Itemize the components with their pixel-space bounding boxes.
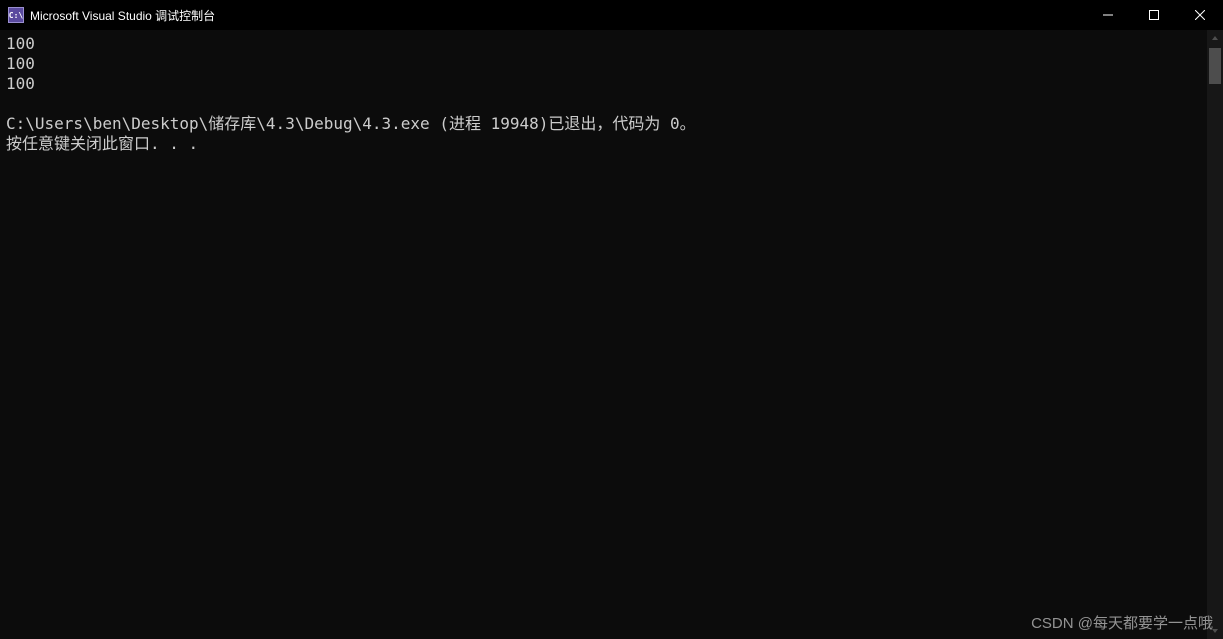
console-line: 按任意键关闭此窗口. . . xyxy=(6,134,1201,154)
console-line: 100 xyxy=(6,34,1201,54)
console-output[interactable]: 100100100C:\Users\ben\Desktop\储存库\4.3\De… xyxy=(0,30,1207,639)
maximize-button[interactable] xyxy=(1131,0,1177,30)
console-line xyxy=(6,94,1201,114)
window-title: Microsoft Visual Studio 调试控制台 xyxy=(30,7,215,24)
console-app-icon: C:\ xyxy=(8,7,24,23)
close-button[interactable] xyxy=(1177,0,1223,30)
vertical-scrollbar[interactable] xyxy=(1207,30,1223,639)
console-line: C:\Users\ben\Desktop\储存库\4.3\Debug\4.3.e… xyxy=(6,114,1201,134)
window-controls xyxy=(1085,0,1223,30)
scrollbar-up-icon[interactable] xyxy=(1207,30,1223,46)
console-line: 100 xyxy=(6,74,1201,94)
titlebar[interactable]: C:\ Microsoft Visual Studio 调试控制台 xyxy=(0,0,1223,30)
scrollbar-thumb[interactable] xyxy=(1209,48,1221,84)
scrollbar-down-icon[interactable] xyxy=(1207,623,1223,639)
console-line: 100 xyxy=(6,54,1201,74)
minimize-button[interactable] xyxy=(1085,0,1131,30)
console-area: 100100100C:\Users\ben\Desktop\储存库\4.3\De… xyxy=(0,30,1223,639)
